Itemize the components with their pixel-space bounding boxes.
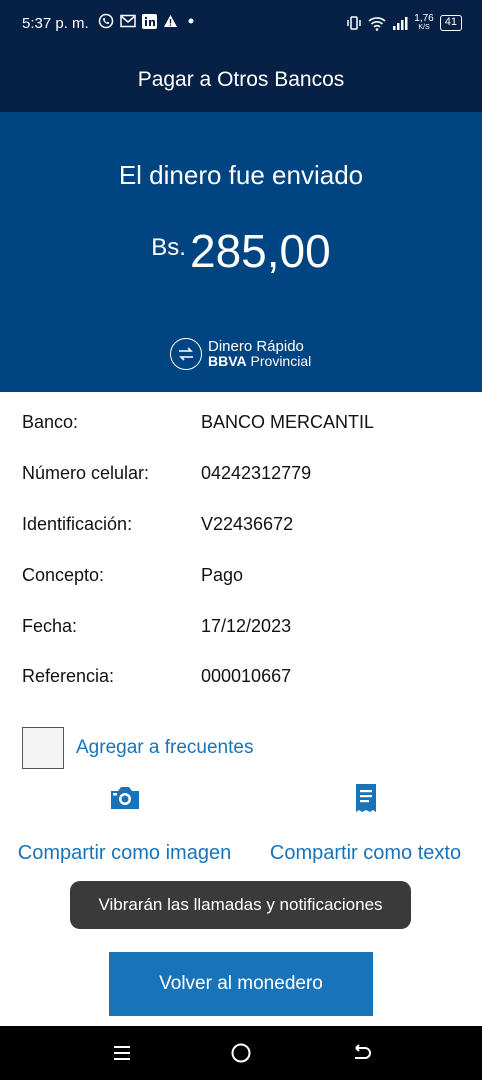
share-text-label[interactable]: Compartir como texto [245,840,482,867]
home-icon[interactable] [228,1040,254,1066]
add-to-favorites[interactable]: Agregar a frecuentes [22,727,253,769]
notification-icons [98,13,198,29]
network-speed-value: 1,76 [414,13,434,24]
detail-row-date: Fecha: 17/12/2023 [0,606,482,646]
detail-label: Concepto: [22,565,105,585]
status-right-group: 1,76 K/S 41 [346,14,462,32]
favorites-label[interactable]: Agregar a frecuentes [76,737,253,759]
detail-value: 17/12/2023 [201,616,292,636]
detail-label: Banco: [22,412,79,432]
detail-value: V22436672 [201,514,294,534]
app-header: Pagar a Otros Bancos [0,52,482,112]
camera-icon [4,782,245,814]
amount-value: 285,00 [189,225,331,277]
confirmation-banner: El dinero fue enviado Bs. 285,00 Dinero … [0,112,482,392]
confirmation-title: El dinero fue enviado [118,160,364,190]
battery-indicator: 41 [439,15,462,31]
brand-text: Dinero Rápido BBVA Provincial [208,339,311,369]
signal-icon [393,17,408,30]
status-bar: 5:37 p. m. 1,76 K/S 41 [0,0,482,52]
brand-bank-bold: BBVA [208,353,247,369]
warning-icon [164,15,177,27]
wifi-icon [368,16,386,31]
share-image-label[interactable]: Compartir como imagen [4,840,245,867]
share-as-image-button[interactable]: Compartir como imagen [4,782,245,867]
detail-row-concept: Concepto: Pago [0,555,482,595]
detail-row-id: Identificación: V22436672 [0,504,482,544]
favorites-checkbox[interactable] [22,727,64,769]
detail-row-reference: Referencia: 000010667 [0,656,482,696]
brand-product: Dinero Rápido [208,338,304,355]
receipt-icon [245,782,482,814]
detail-row-phone: Número celular: 04242312779 [0,453,482,493]
network-speed-unit: K/S [418,24,430,31]
brand-bank: BBVA Provincial [208,354,311,369]
detail-value: Pago [201,565,244,585]
currency-label: Bs. [151,234,186,261]
detail-label: Número celular: [22,463,150,483]
brand-bank-rest: Provincial [250,353,312,369]
share-as-text-button[interactable]: Compartir como texto [245,782,482,867]
system-nav-bar [0,1026,482,1080]
back-icon[interactable] [348,1040,374,1066]
linkedin-icon [142,13,157,29]
dot-icon [188,18,194,24]
whatsapp-icon [98,13,114,29]
recent-apps-icon[interactable] [109,1040,135,1066]
mail-icon [120,14,136,28]
detail-label: Referencia: [22,666,115,686]
transfer-arrows-icon [170,338,202,370]
brand-logo: Dinero Rápido BBVA Provincial [170,338,311,370]
page-title: Pagar a Otros Bancos [137,68,345,91]
detail-value: BANCO MERCANTIL [201,412,375,432]
amount-display: Bs. 285,00 [0,224,482,278]
detail-row-bank: Banco: BANCO MERCANTIL [0,402,482,442]
detail-label: Fecha: [22,616,78,636]
back-to-wallet-button[interactable]: Volver al monedero [109,952,373,1016]
detail-value: 000010667 [201,666,292,686]
status-time: 5:37 p. m. [22,15,89,32]
detail-label: Identificación: [22,514,133,534]
vibrate-icon [347,16,362,30]
network-speed: 1,76 K/S [414,14,433,32]
toast-notification: Vibrarán las llamadas y notificaciones [70,881,411,929]
detail-value: 04242312779 [201,463,312,483]
